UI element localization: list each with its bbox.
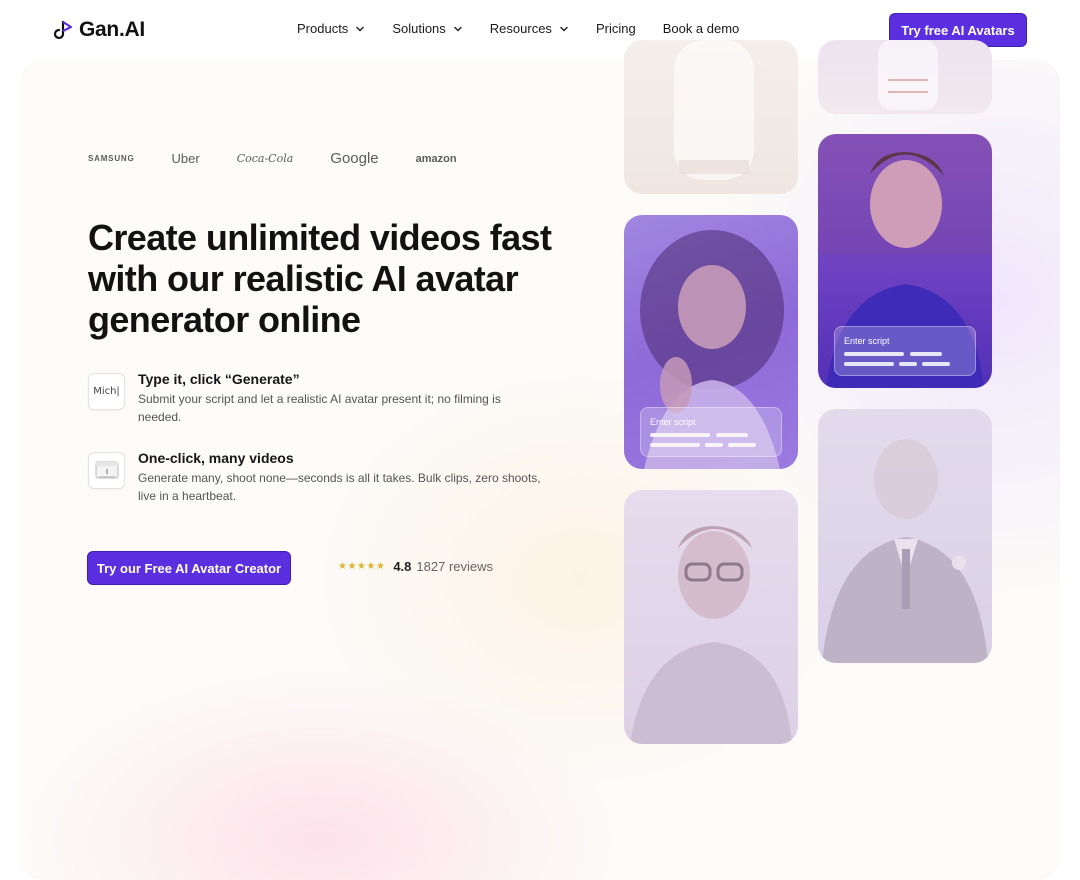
typing-icon-text: Mich| xyxy=(93,386,120,397)
logo-text: Gan.AI xyxy=(79,18,145,41)
script-line xyxy=(910,352,942,356)
avatar-tile-glasses[interactable] xyxy=(624,490,798,744)
script-input-overlay: Enter script xyxy=(834,326,976,376)
avatar-tile-woman[interactable]: Enter script xyxy=(624,215,798,469)
uber-logo: Uber xyxy=(171,151,200,166)
script-line xyxy=(899,362,917,366)
nav-pricing-label: Pricing xyxy=(595,21,636,36)
avatar-tile-suit[interactable] xyxy=(818,409,992,663)
samsung-logo: SAMSUNG xyxy=(88,154,135,163)
main-menu: Products Solutions Resources Pricing Boo… xyxy=(297,21,766,36)
avatar-image xyxy=(878,40,938,110)
nav-resources[interactable]: Resources xyxy=(490,21,569,36)
avatar-tile xyxy=(624,40,798,194)
customer-logos: SAMSUNG Uber Coca-Cola Google amazon xyxy=(88,150,494,167)
feature-title: One-click, many videos xyxy=(138,450,294,466)
feature-title: Type it, click “Generate” xyxy=(138,371,300,387)
review-count: 1827 reviews xyxy=(416,559,494,574)
avatar-image xyxy=(630,526,792,744)
try-free-avatar-creator-button[interactable]: Try our Free AI Avatar Creator xyxy=(87,551,291,585)
script-line xyxy=(922,362,950,366)
chevron-down-icon xyxy=(560,26,568,32)
script-line xyxy=(844,352,904,356)
google-logo: Google xyxy=(330,150,379,167)
nav-products[interactable]: Products xyxy=(297,21,365,36)
feature-description: Submit your script and let a realistic A… xyxy=(138,392,501,424)
chevron-down-icon xyxy=(356,26,365,32)
avatar-image xyxy=(674,40,754,180)
script-line xyxy=(716,433,748,437)
hero-headline: Create unlimited videos fast with our re… xyxy=(88,217,552,340)
script-line xyxy=(650,443,700,447)
star-rating-icon: ★★★★★ xyxy=(338,561,386,572)
amazon-logo: amazon xyxy=(415,152,457,165)
script-label: Enter script xyxy=(650,417,696,427)
logo[interactable]: Gan.AI xyxy=(53,18,145,42)
video-window-glyph xyxy=(95,461,118,478)
feature-description: Generate many, shoot none—seconds is all… xyxy=(138,471,541,503)
avatar-image xyxy=(822,439,988,663)
script-input-overlay: Enter script xyxy=(640,407,782,457)
script-line xyxy=(705,443,723,447)
logo-icon xyxy=(53,20,73,40)
nav-pricing[interactable]: Pricing xyxy=(596,21,636,36)
nav-products-label: Products xyxy=(297,21,349,36)
nav-solutions-label: Solutions xyxy=(392,21,446,36)
nav-solutions[interactable]: Solutions xyxy=(392,21,462,36)
script-line xyxy=(650,433,710,437)
rating-score: 4.8 xyxy=(393,559,412,574)
video-window-icon xyxy=(88,452,125,489)
typing-icon: Mich| xyxy=(88,373,125,410)
nav-resources-label: Resources xyxy=(489,21,552,36)
rating: ★★★★★ 4.8 1827 reviews xyxy=(338,559,493,574)
script-line xyxy=(844,362,894,366)
avatar-tile-man[interactable]: Enter script xyxy=(818,134,992,388)
coca-cola-logo: Coca-Cola xyxy=(236,152,294,165)
avatar-tile xyxy=(818,40,992,114)
nav-book-demo-label: Book a demo xyxy=(662,21,740,36)
script-line xyxy=(728,443,756,447)
chevron-down-icon xyxy=(454,26,462,32)
nav-book-demo[interactable]: Book a demo xyxy=(663,21,740,36)
script-label: Enter script xyxy=(844,336,890,346)
